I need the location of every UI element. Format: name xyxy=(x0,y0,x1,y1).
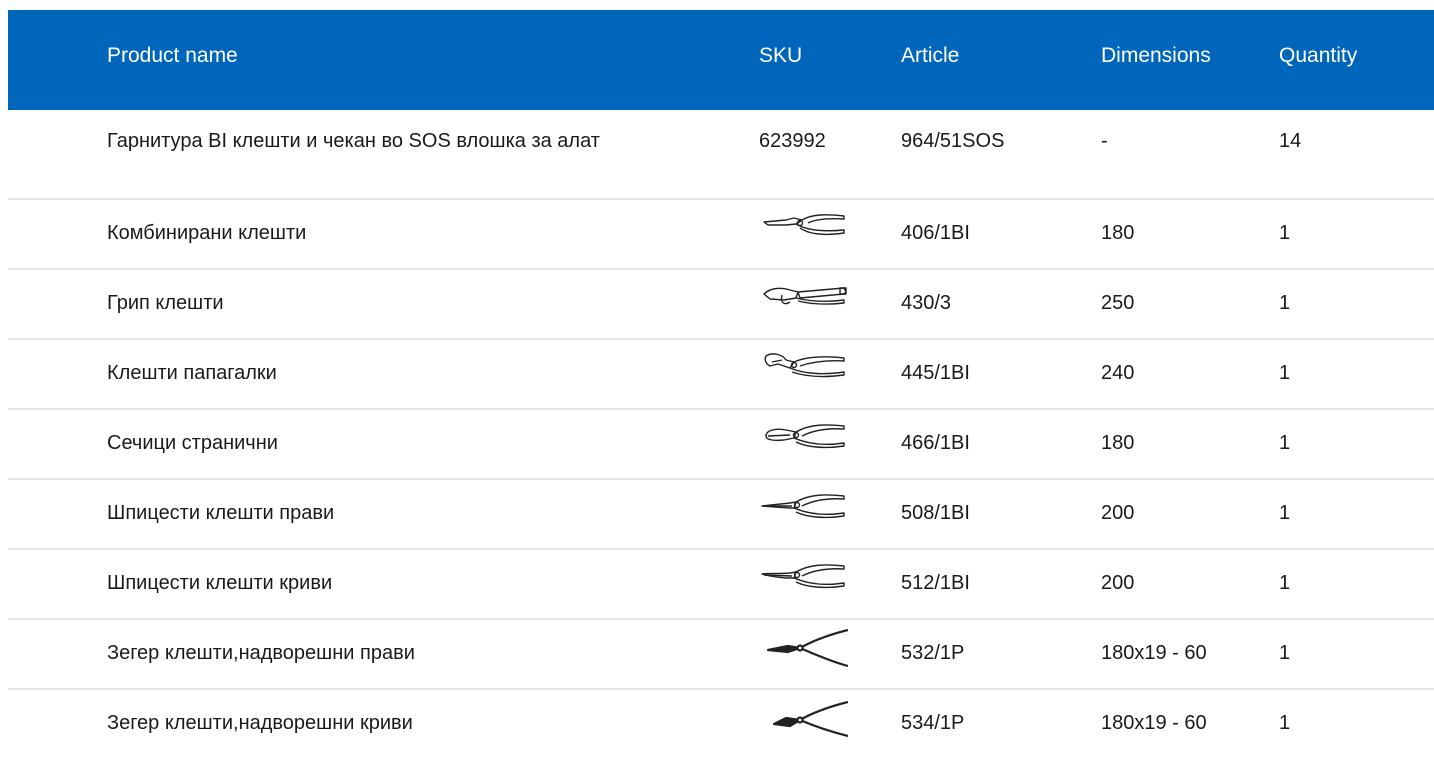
product-name: Клешти папагалки xyxy=(107,362,277,384)
product-article: 466/1BI xyxy=(901,432,970,454)
product-article: 964/51SOS xyxy=(901,130,1005,152)
product-name: Шпицести клешти криви xyxy=(107,572,333,594)
product-quantity: 14 xyxy=(1279,130,1302,152)
product-quantity: 1 xyxy=(1279,222,1291,244)
product-quantity: 1 xyxy=(1279,432,1291,454)
product-dimensions: 180 xyxy=(1101,432,1135,454)
product-name: Зегер клешти,надворешни прави xyxy=(107,642,415,664)
water-pump-pliers-icon xyxy=(756,348,848,388)
product-table: Product name SKU Article Dimensions Quan… xyxy=(8,10,1434,758)
side-cutters-icon xyxy=(756,418,848,458)
product-quantity: 1 xyxy=(1279,642,1291,664)
product-dimensions: 180 xyxy=(1101,222,1135,244)
table-row: Гарнитура BI клешти и чекан во SOS влошк… xyxy=(8,110,1434,200)
header-dimensions: Dimensions xyxy=(1101,44,1211,67)
product-dimensions: 200 xyxy=(1101,572,1135,594)
product-sku: 623992 xyxy=(759,130,826,152)
header-quantity: Quantity xyxy=(1279,44,1358,67)
product-name: Шпицести клешти прави xyxy=(107,502,335,524)
table-row: Зегер клешти,надворешни криви 534/1P 180… xyxy=(8,690,1434,758)
product-article: 532/1P xyxy=(901,642,965,664)
combination-pliers-icon xyxy=(756,208,848,248)
header-article: Article xyxy=(901,44,960,67)
product-name: Грип клешти xyxy=(107,292,224,314)
product-article: 508/1BI xyxy=(901,502,970,524)
header-sku: SKU xyxy=(759,44,803,67)
table-row: Комбинирани клешти 406/1BI 180 1 xyxy=(8,200,1434,270)
product-article: 406/1BI xyxy=(901,222,970,244)
header-product-name: Product name xyxy=(107,44,238,67)
product-article: 534/1P xyxy=(901,712,965,734)
circlip-pliers-bent-icon xyxy=(756,698,848,738)
table-row: Шпицести клешти криви 512/1BI 200 1 xyxy=(8,550,1434,620)
product-dimensions: 180x19 - 60 xyxy=(1101,712,1207,734)
needle-nose-pliers-icon xyxy=(756,488,848,528)
product-dimensions: - xyxy=(1101,130,1108,152)
product-name: Сечици странични xyxy=(107,432,278,454)
circlip-pliers-straight-icon xyxy=(756,628,848,668)
table-row: Шпицести клешти прави 508/1BI 200 1 xyxy=(8,480,1434,550)
table-row: Грип клешти 430/3 250 1 xyxy=(8,270,1434,340)
product-dimensions: 240 xyxy=(1101,362,1135,384)
product-dimensions: 200 xyxy=(1101,502,1135,524)
locking-pliers-icon xyxy=(756,278,848,318)
product-article: 512/1BI xyxy=(901,572,970,594)
product-name: Зегер клешти,надворешни криви xyxy=(107,712,413,734)
product-name: Гарнитура BI клешти и чекан во SOS влошк… xyxy=(107,130,600,152)
product-quantity: 1 xyxy=(1279,712,1291,734)
product-quantity: 1 xyxy=(1279,502,1291,524)
product-name: Комбинирани клешти xyxy=(107,222,307,244)
table-row: Зегер клешти,надворешни прави 532/1P 180… xyxy=(8,620,1434,690)
table-row: Сечици странични 466/1BI 180 1 xyxy=(8,410,1434,480)
bent-nose-pliers-icon xyxy=(756,558,848,598)
product-article: 445/1BI xyxy=(901,362,970,384)
product-dimensions: 250 xyxy=(1101,292,1135,314)
product-quantity: 1 xyxy=(1279,572,1291,594)
table-row: Клешти папагалки 445/1BI 240 1 xyxy=(8,340,1434,410)
table-header: Product name SKU Article Dimensions Quan… xyxy=(8,10,1434,110)
product-dimensions: 180x19 - 60 xyxy=(1101,642,1207,664)
product-quantity: 1 xyxy=(1279,292,1291,314)
product-article: 430/3 xyxy=(901,292,952,314)
product-quantity: 1 xyxy=(1279,362,1291,384)
